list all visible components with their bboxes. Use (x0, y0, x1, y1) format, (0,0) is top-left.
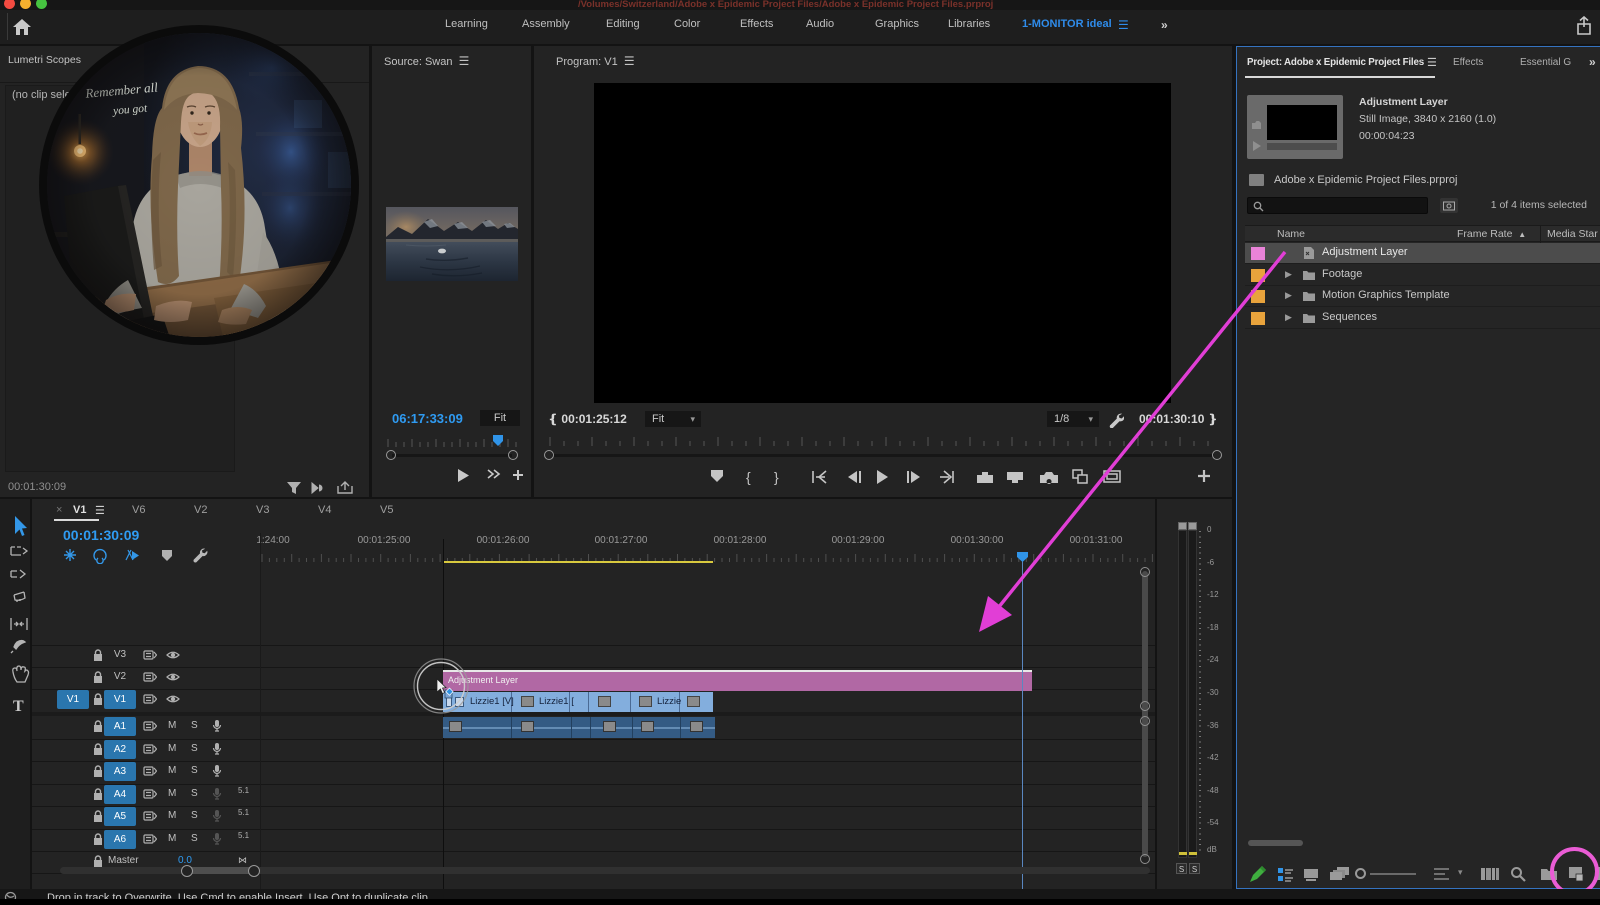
svg-text:}: } (774, 469, 779, 485)
svg-text:{: { (746, 469, 751, 485)
svg-text:T: T (13, 698, 24, 714)
